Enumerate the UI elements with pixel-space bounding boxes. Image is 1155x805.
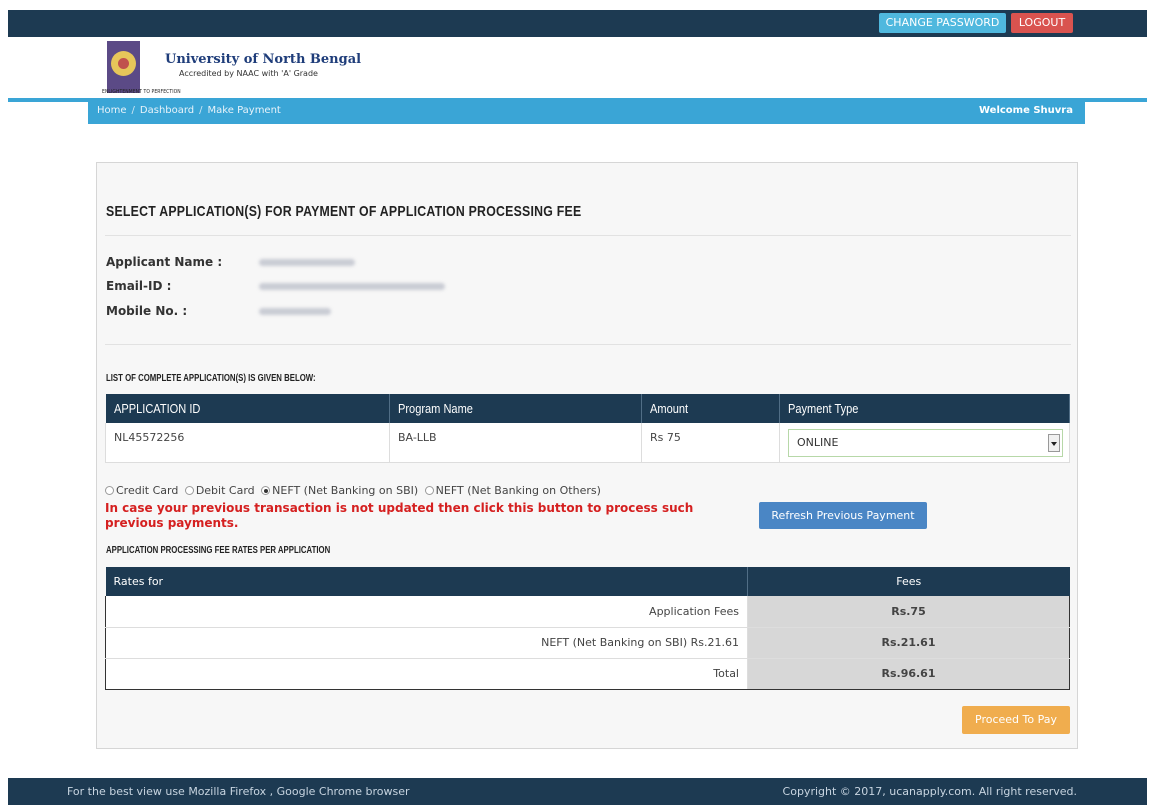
col-rates-for: Rates for [105, 567, 748, 596]
university-name: University of North Bengal [165, 52, 362, 67]
rate-fee: Rs.75 [747, 596, 1070, 628]
breadcrumb-home[interactable]: Home [97, 105, 127, 116]
rates-title: APPLICATION PROCESSING FEE RATES PER APP… [106, 545, 331, 556]
credit-card-label[interactable]: Credit Card [116, 484, 178, 497]
program-cell: BA-LLB [389, 423, 642, 463]
radio-credit-card[interactable] [105, 486, 114, 495]
logo-motto: ENLIGHTENMENT TO PERFECTION [102, 89, 181, 95]
rate-fee: Rs.21.61 [747, 627, 1070, 659]
neft-others-label[interactable]: NEFT (Net Banking on Others) [436, 484, 601, 497]
col-amount: Amount [641, 394, 780, 423]
rate-label: Application Fees [105, 596, 748, 628]
nav-bar: Home / Dashboard / Make Payment Welcome Shuv… [88, 100, 1085, 124]
change-password-button[interactable]: CHANGE PASSWORD [879, 13, 1006, 33]
dropdown-arrow-icon[interactable] [1048, 434, 1060, 452]
breadcrumb-make-payment: Make Payment [207, 105, 281, 116]
rate-fee-total: Rs.96.61 [747, 658, 1070, 690]
breadcrumb-separator: / [199, 105, 203, 116]
footer: For the best view use Mozilla Firefox , … [8, 778, 1147, 805]
browser-recommendation: For the best view use Mozilla Firefox , … [67, 785, 410, 798]
rate-label: NEFT (Net Banking on SBI) Rs.21.61 [105, 627, 748, 659]
debit-card-label[interactable]: Debit Card [196, 484, 255, 497]
university-logo [107, 41, 140, 93]
payment-type-value: ONLINE [797, 436, 839, 449]
divider [105, 344, 1071, 345]
radio-neft-sbi[interactable] [261, 486, 271, 495]
table-row: NEFT (Net Banking on SBI) Rs.21.61 Rs.21… [105, 627, 1070, 659]
accreditation-text: Accredited by NAAC with 'A' Grade [179, 69, 318, 78]
payment-type-cell: ONLINE [779, 423, 1070, 463]
breadcrumb-separator: / [131, 105, 135, 116]
email-value-redacted [259, 283, 445, 290]
top-bar: CHANGE PASSWORD LOGOUT [8, 10, 1147, 37]
applications-table: APPLICATION ID Program Name Amount Payme… [105, 394, 1070, 463]
applicant-name-label: Applicant Name : [106, 255, 223, 269]
payment-panel: SELECT APPLICATION(S) FOR PAYMENT OF APP… [96, 162, 1078, 749]
application-id-cell: NL45572256 [105, 423, 390, 463]
email-label: Email-ID : [106, 279, 172, 293]
radio-neft-others[interactable] [424, 486, 434, 495]
col-program-name: Program Name [389, 394, 642, 423]
radio-debit-card[interactable] [184, 486, 194, 495]
table-row: NL45572256 BA-LLB Rs 75 ONLINE [105, 423, 1070, 463]
amount-cell: Rs 75 [641, 423, 780, 463]
col-payment-type: Payment Type [779, 394, 1070, 423]
table-row: Application Fees Rs.75 [105, 596, 1070, 628]
rate-label-total: Total [105, 658, 748, 690]
breadcrumb: Home / Dashboard / Make Payment [97, 105, 281, 116]
rates-table: Rates for Fees Application Fees Rs.75 NE… [105, 567, 1070, 690]
col-fees: Fees [747, 567, 1070, 596]
previous-transaction-warning: In case your previous transaction is not… [105, 501, 694, 530]
proceed-to-pay-button[interactable]: Proceed To Pay [962, 706, 1070, 734]
divider [105, 235, 1071, 236]
breadcrumb-dashboard[interactable]: Dashboard [140, 105, 194, 116]
mobile-label: Mobile No. : [106, 304, 188, 318]
applications-list-title: LIST OF COMPLETE APPLICATION(S) IS GIVEN… [106, 373, 316, 384]
page: CHANGE PASSWORD LOGOUT ENLIGHTENMENT TO … [0, 0, 1155, 805]
copyright: Copyright © 2017, ucanapply.com. All rig… [782, 785, 1077, 798]
mobile-value-redacted [259, 308, 331, 315]
table-row: Total Rs.96.61 [105, 658, 1070, 690]
payment-type-select[interactable]: ONLINE [788, 429, 1063, 457]
neft-sbi-label[interactable]: NEFT (Net Banking on SBI) [272, 484, 418, 497]
welcome-text: Welcome Shuvra [978, 105, 1073, 116]
page-title: SELECT APPLICATION(S) FOR PAYMENT OF APP… [106, 203, 582, 220]
applicant-name-value-redacted [259, 259, 355, 266]
payment-method-group: Credit Card Debit Card NEFT (Net Banking… [105, 484, 604, 497]
refresh-previous-payment-button[interactable]: Refresh Previous Payment [759, 502, 927, 529]
logout-button[interactable]: LOGOUT [1011, 13, 1073, 33]
col-application-id: APPLICATION ID [105, 394, 390, 423]
